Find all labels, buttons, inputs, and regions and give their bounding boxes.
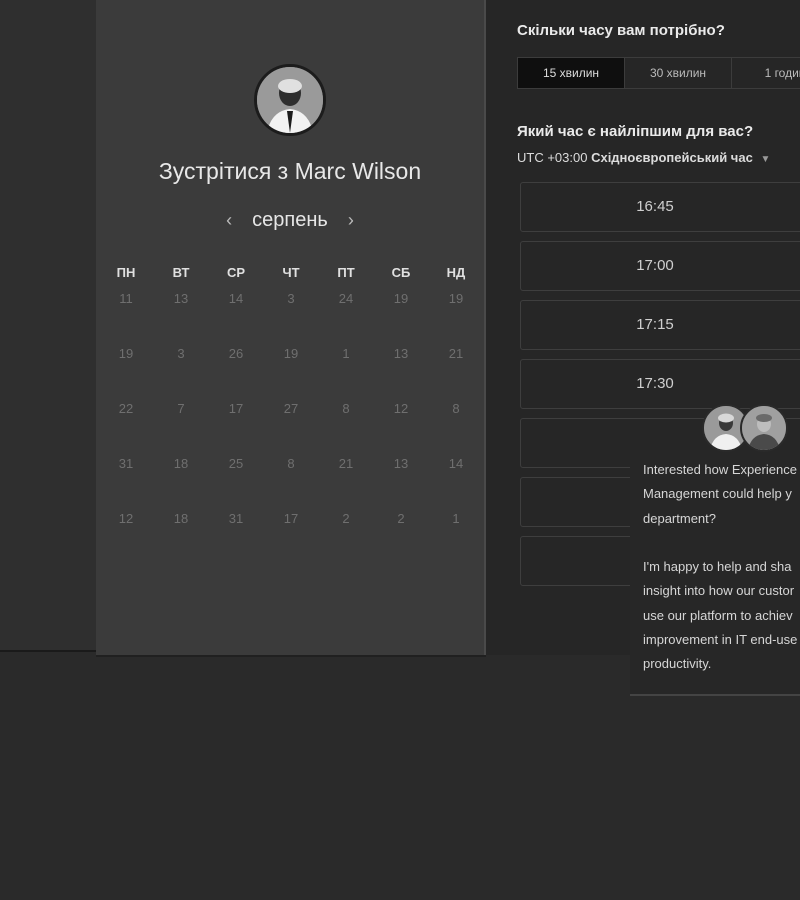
calendar-day[interactable]: 13 xyxy=(376,456,426,471)
calendar-day[interactable]: 12 xyxy=(376,401,426,416)
duration-question: Скільки часу вам потрібно? xyxy=(517,22,725,39)
calendar-day[interactable]: 8 xyxy=(321,401,371,416)
calendar-day[interactable]: 8 xyxy=(266,456,316,471)
meeting-title: Зустрітися з Marc Wilson xyxy=(158,158,422,184)
agent-avatar xyxy=(740,404,788,452)
chevron-right-icon[interactable]: › xyxy=(342,210,360,231)
weekday-label: СР xyxy=(226,265,246,280)
duration-selector: 15 хвилин 30 хвилин 1 годин xyxy=(517,57,800,89)
calendar-day[interactable]: 8 xyxy=(431,401,481,416)
time-question: Який час є найліпшим для вас? xyxy=(517,123,754,140)
calendar-day[interactable]: 21 xyxy=(321,456,371,471)
calendar-day[interactable]: 18 xyxy=(156,456,206,471)
calendar-day[interactable]: 3 xyxy=(266,291,316,306)
calendar-day[interactable]: 3 xyxy=(156,346,206,361)
time-slot[interactable]: 16:45 xyxy=(520,182,800,232)
background-left-panel xyxy=(0,0,96,652)
calendar-day[interactable]: 19 xyxy=(376,291,426,306)
timezone-name: Східноєвропейський час xyxy=(591,150,753,165)
calendar-day[interactable]: 11 xyxy=(101,291,151,306)
calendar-day[interactable]: 2 xyxy=(376,511,426,526)
duration-option-30[interactable]: 30 хвилин xyxy=(625,58,732,88)
time-slot[interactable]: 17:00 xyxy=(520,241,800,291)
calendar-day[interactable]: 19 xyxy=(266,346,316,361)
calendar-day[interactable]: 13 xyxy=(376,346,426,361)
weekday-label: НД xyxy=(446,265,466,280)
month-navigation: ‹ серпень › xyxy=(96,206,484,234)
timezone-offset: UTC +03:00 xyxy=(517,150,588,165)
calendar-day[interactable]: 19 xyxy=(431,291,481,306)
person-photo-icon xyxy=(257,67,323,133)
calendar-day[interactable]: 26 xyxy=(211,346,261,361)
calendar-day[interactable]: 17 xyxy=(266,511,316,526)
calendar-day[interactable]: 19 xyxy=(101,346,151,361)
calendar-day[interactable]: 31 xyxy=(211,511,261,526)
calendar-day[interactable]: 12 xyxy=(101,511,151,526)
calendar-day[interactable]: 14 xyxy=(211,291,261,306)
weekday-label: СБ xyxy=(391,265,411,280)
chat-message: Interested how Experience Management cou… xyxy=(643,462,798,672)
calendar-day[interactable]: 18 xyxy=(156,511,206,526)
person-photo-icon xyxy=(742,406,786,450)
month-label: серпень xyxy=(252,208,328,231)
calendar-day[interactable]: 31 xyxy=(101,456,151,471)
calendar-day[interactable]: 25 xyxy=(211,456,261,471)
duration-option-60[interactable]: 1 годин xyxy=(732,58,800,88)
calendar-day[interactable]: 13 xyxy=(156,291,206,306)
weekday-label: ПН xyxy=(116,265,136,280)
calendar-day[interactable]: 27 xyxy=(266,401,316,416)
calendar-day[interactable]: 2 xyxy=(321,511,371,526)
calendar-day[interactable]: 22 xyxy=(101,401,151,416)
caret-down-icon: ▼ xyxy=(760,154,771,165)
calendar-day[interactable]: 7 xyxy=(156,401,206,416)
weekday-label: ЧТ xyxy=(282,265,300,280)
calendar-day[interactable]: 17 xyxy=(211,401,261,416)
time-slot[interactable]: 17:30 xyxy=(520,359,800,409)
chevron-left-icon[interactable]: ‹ xyxy=(220,210,238,231)
host-avatar xyxy=(254,64,326,136)
weekday-label: ПТ xyxy=(337,265,355,280)
calendar-day[interactable]: 24 xyxy=(321,291,371,306)
calendar-day[interactable]: 21 xyxy=(431,346,481,361)
calendar-day[interactable]: 1 xyxy=(431,511,481,526)
weekday-label: ВТ xyxy=(172,265,190,280)
chat-agent-avatars xyxy=(702,404,792,456)
timezone-selector[interactable]: UTC +03:00 Східноєвропейський час ▼ xyxy=(517,150,770,165)
calendar-day[interactable]: 14 xyxy=(431,456,481,471)
calendar-card: Зустрітися з Marc Wilson ‹ серпень › ПН … xyxy=(96,0,486,655)
calendar-day[interactable]: 1 xyxy=(321,346,371,361)
time-slot[interactable]: 17:15 xyxy=(520,300,800,350)
duration-option-15[interactable]: 15 хвилин xyxy=(518,58,625,88)
